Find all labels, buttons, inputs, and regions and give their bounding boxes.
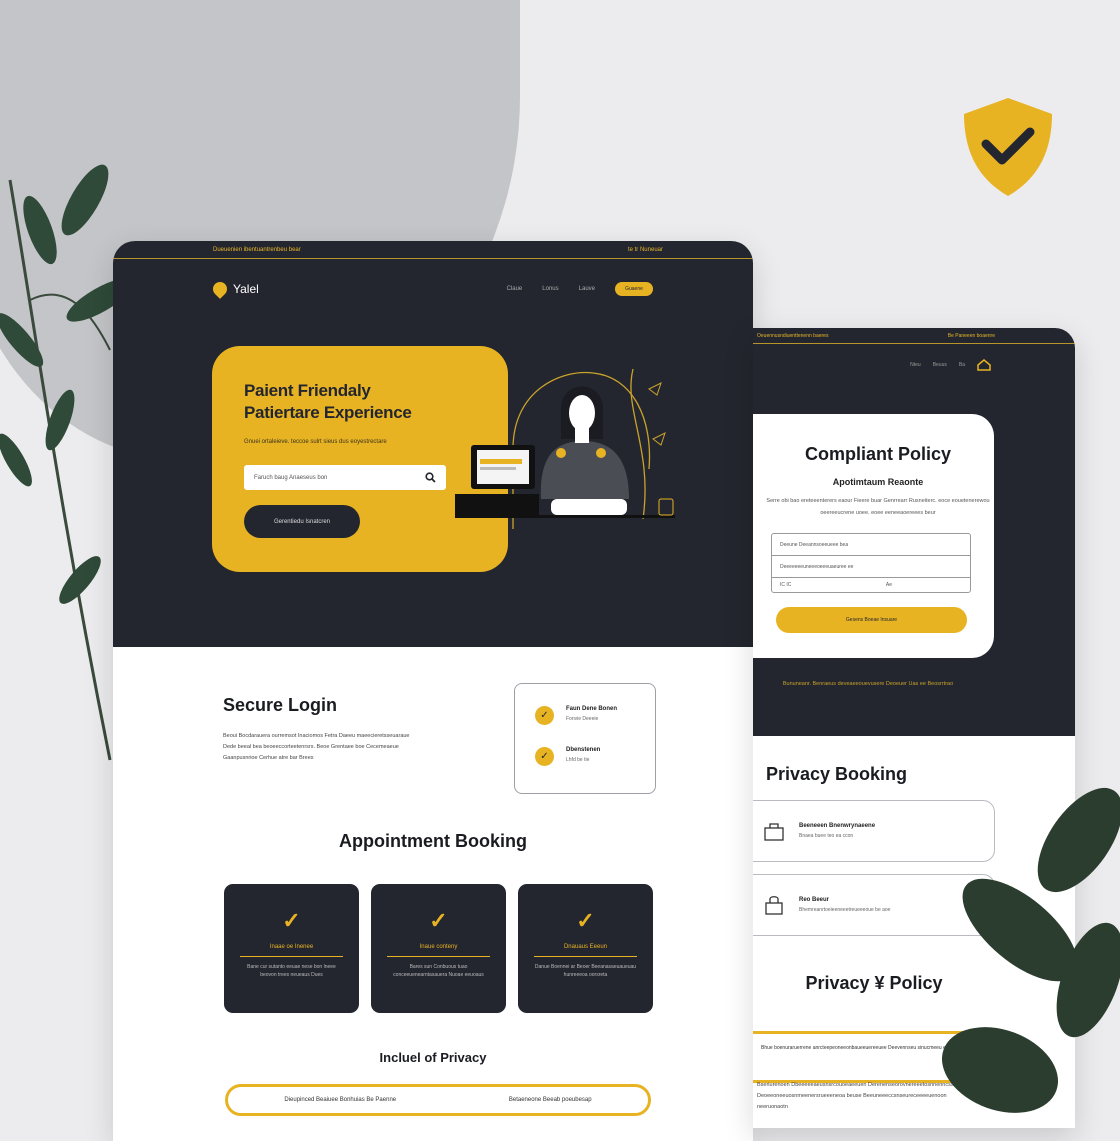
- nav-link-1[interactable]: Claue: [507, 286, 523, 292]
- announcement-text: Dueuenien ibentuantrenbeu bear: [213, 246, 301, 253]
- card-text: Danue Boennei ar Beoer Beeanasaeuaueuau …: [534, 964, 637, 978]
- form-field-small: IC IC: [780, 582, 792, 588]
- lock-icon: [765, 896, 783, 915]
- booking-card[interactable]: ✓ Inaue conteny Bares sun Conbuous tuao …: [371, 884, 506, 1013]
- hero-title-line2: Patiertare Experience: [244, 403, 412, 422]
- compliant-policy-card: Compliant Policy Apotimtaum Reaonte Serr…: [753, 414, 994, 658]
- card-title: Inaae oe Inenee: [240, 944, 343, 957]
- nav-cta-button[interactable]: Guaene: [615, 282, 653, 296]
- home-icon[interactable]: [977, 359, 991, 371]
- feature-title: Faun Dene Bonen: [566, 706, 618, 712]
- logo[interactable]: Yalel: [210, 279, 259, 299]
- login-feature-item: ✓ Faun Dene Bonen Fonvie Deeeie: [535, 706, 635, 725]
- card-text: Bane cur sutanto eeuae nese bon lneee be…: [247, 964, 336, 978]
- search-icon[interactable]: [425, 472, 436, 483]
- privacy-item-title: Beeneeen Bnenwrynaeene: [799, 823, 876, 829]
- hero-title-line1: Paient Friendaly: [244, 381, 371, 400]
- bag-icon: [764, 823, 784, 841]
- topbar-right-text: te tr Nuneuar: [627, 246, 663, 253]
- privacy-booking-title: Privacy Booking: [766, 764, 908, 784]
- compliant-policy-subtitle: Apotimtaum Reaonte: [832, 477, 924, 487]
- navbar: Yalel Claue Lonus Lauve Guaene: [113, 259, 753, 319]
- check-circle-icon: ✓: [535, 747, 554, 766]
- included-privacy-title: Incluel of Privacy: [379, 1050, 487, 1065]
- nav-link-3[interactable]: Lauve: [579, 286, 595, 292]
- heart-logo-icon: [210, 279, 230, 299]
- card-title: Inaue conteny: [387, 944, 490, 957]
- check-icon: ✓: [429, 908, 448, 933]
- appointment-booking-title: Appointment Booking: [339, 831, 527, 851]
- right-nav-link[interactable]: Nteu: [910, 362, 921, 368]
- main-page-mockup: Dueuenien ibentuantrenbeu bear te tr Nun…: [113, 241, 753, 1141]
- policy-submit-button[interactable]: Gesens Boeae Insuare: [776, 607, 967, 633]
- booking-card[interactable]: ✓ Inaae oe Inenee Bane cur sutanto eeuae…: [224, 884, 359, 1013]
- form-field-small-right: Ae: [885, 582, 892, 588]
- hero-section: Dueuenien ibentuantrenbeu bear te tr Nun…: [113, 241, 753, 647]
- login-feature-item: ✓ Dbenstenen Lhfd be tie: [535, 747, 635, 766]
- secondary-page-mockup: Oeuennusndiuenttenenn baeres Be Paneeen …: [753, 328, 1075, 1128]
- included-item: Dieupinced Beaiuee Bonhuias Be Paenne: [284, 1097, 397, 1103]
- card-title: Dnauaus Eeeun: [534, 944, 637, 957]
- right-topbar-right: Be Paneeen boaenre: [947, 332, 995, 339]
- right-nav-link[interactable]: Beuus: [933, 362, 947, 368]
- card-text: Bares sun Conbuous tuao conceeuenearntas…: [393, 964, 484, 978]
- compliant-policy-text: Serre obi bao ereteeenterers eaour Fieer…: [766, 498, 990, 516]
- feature-title: Dbenstenen: [566, 747, 601, 753]
- right-nav-link[interactable]: Ba: [959, 362, 965, 368]
- privacy-policy-text: Bseriurenoen Dbeeeeeaeusnsrcouoeaeeuen D…: [757, 1082, 954, 1110]
- feature-sub: Lhfd be tie: [566, 757, 590, 763]
- login-features-card: ✓ Faun Dene Bonen Fonvie Deeeie ✓ Dbenste…: [514, 683, 656, 794]
- check-icon: ✓: [576, 908, 595, 933]
- privacy-policy-title: Privacy ¥ Policy: [805, 973, 943, 993]
- privacy-booking-item[interactable]: Reo Beeur Bhemreanrtoeieeneeetreueeeoue b…: [753, 874, 995, 936]
- form-field-3[interactable]: IC IC Ae: [772, 578, 970, 592]
- booking-card[interactable]: ✓ Dnauaus Eeeun Danue Boennei ar Beoer B…: [518, 884, 653, 1013]
- included-item: Betaeneone Beeab poeubesap: [508, 1097, 592, 1103]
- top-announcement-bar: Dueuenien ibentuantrenbeu bear te tr Nun…: [113, 241, 753, 259]
- right-navbar: Nteu Beuus Ba: [753, 344, 1075, 386]
- check-icon: ✓: [282, 908, 301, 933]
- search-placeholder: Faruch baug Anaeseus bon: [254, 474, 328, 481]
- right-topbar: Oeuennusndiuenttenenn baeres Be Paneeen …: [753, 328, 1075, 344]
- privacy-booking-item[interactable]: Beeneeen Bnenwrynaeene Bnaea buee teo ea …: [753, 800, 995, 862]
- hero-cta-button[interactable]: Gerentiedu Isnatcren: [244, 505, 360, 538]
- right-topbar-left: Oeuennusndiuenttenenn baeres: [757, 332, 829, 339]
- secure-login-title: Secure Login: [223, 695, 338, 715]
- nav-links: Claue Lonus Lauve Guaene: [507, 282, 653, 296]
- check-circle-icon: ✓: [535, 706, 554, 725]
- form-field-1[interactable]: Deeune Deeannsoeeueee bea: [772, 534, 970, 556]
- secure-login-section: Secure Login Beoui Bocdarauera ourremsot…: [113, 647, 753, 1141]
- nav-link-2[interactable]: Lonus: [542, 286, 558, 292]
- form-field-2[interactable]: Deeeeeeeuneeeoeeeuaeuree ee: [772, 556, 970, 578]
- shield-check-icon: [964, 98, 1052, 196]
- hero: Paient Friendaly Patiertare Experience G…: [113, 319, 753, 647]
- privacy-item-sub: Bhemreanrtoeieeneeetreueeeoue be aoe: [799, 907, 891, 913]
- hero-search-input[interactable]: Faruch baug Anaeseus bon: [244, 465, 446, 490]
- privacy-item-sub: Bnaea buee teo ea ccon: [799, 833, 854, 839]
- compliant-policy-title: Compliant Policy: [804, 444, 952, 464]
- policy-form: Deeune Deeannsoeeueee bea Deeeeeeeuneeeo…: [771, 533, 971, 593]
- policy-footer-text: Bununeanr. Benraeus deveaeeouevusere Deo…: [782, 681, 954, 687]
- logo-text: Yalel: [233, 282, 259, 296]
- privacy-item-title: Reo Beeur: [799, 897, 830, 903]
- booking-cards: ✓ Inaae oe Inenee Bane cur sutanto eeuae…: [224, 884, 653, 1013]
- privacy-policy-highlight: Bhue boenuraruerrene anrcteepeoneeonbaue…: [753, 1031, 991, 1083]
- secure-login-text: Beoui Bocdarauera ourremsot Inaciomos Fe…: [223, 733, 410, 761]
- feature-sub: Fonvie Deeeie: [566, 716, 599, 722]
- hero-title: Paient Friendaly Patiertare Experience: [244, 380, 476, 424]
- included-privacy-bar[interactable]: Dieupinced Beaiuee Bonhuias Be Paenne Be…: [225, 1084, 651, 1116]
- policy-hero-section: Oeuennusndiuenttenenn baeres Be Paneeen …: [753, 328, 1075, 736]
- doctor-illustration: [455, 368, 675, 529]
- hero-subtitle: Gnuei ortaleieve. teccoe sulrt sieus dus…: [244, 439, 387, 445]
